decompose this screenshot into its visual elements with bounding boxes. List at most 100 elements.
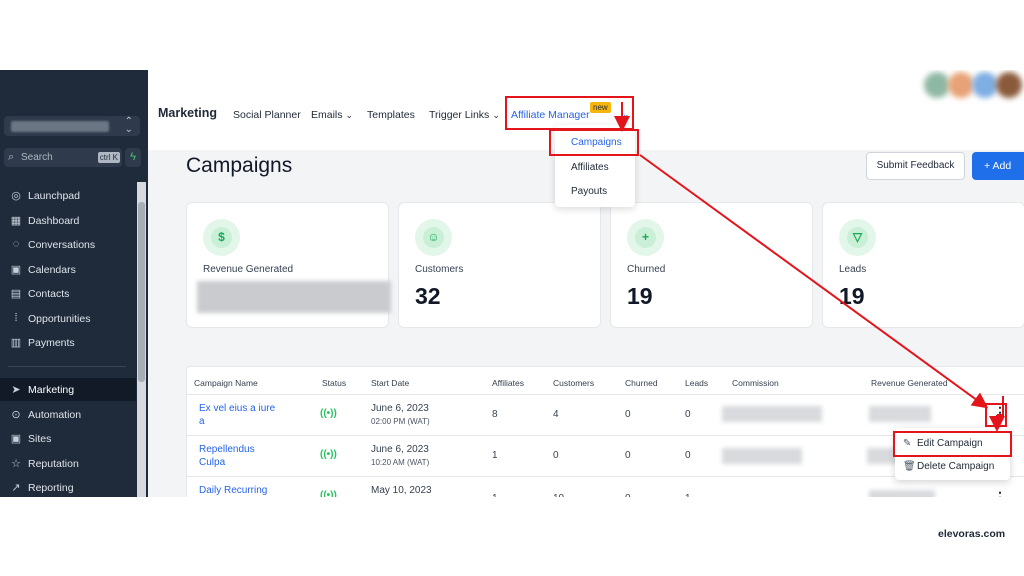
rocket-icon: ◎	[11, 190, 21, 202]
quick-action-bolt-icon[interactable]: ϟ	[125, 148, 141, 167]
campaign-name-link[interactable]: Ex vel eius a iure	[199, 403, 275, 414]
sidebar-item-label: Opportunities	[28, 313, 91, 325]
sidebar-item-reputation[interactable]: ☆ Reputation	[0, 452, 136, 475]
star-icon: ☆	[11, 458, 21, 470]
sidebar-item-conversations[interactable]: ◌ Conversations	[0, 233, 136, 256]
nav-label: Trigger Links	[429, 109, 490, 121]
nav-trigger-links[interactable]: Trigger Links ⌄	[429, 109, 500, 121]
user-avatars[interactable]	[924, 72, 1024, 98]
user-icon: ☺	[415, 219, 452, 256]
column-header[interactable]: Customers	[553, 378, 594, 388]
commission-redacted	[722, 406, 822, 422]
stat-card-leads: ▽ Leads 19	[822, 202, 1024, 328]
nav-emails[interactable]: Emails ⌄	[311, 109, 353, 121]
account-switcher[interactable]: ⌃ ⌄	[4, 116, 140, 136]
nav-label: Social Planner	[233, 109, 301, 121]
stat-card-churned: + Churned 19	[610, 202, 813, 328]
add-button[interactable]: + Add	[972, 152, 1024, 180]
highlight-edit-campaign	[893, 431, 1012, 457]
more-options-icon[interactable]: ⋮	[993, 490, 1007, 497]
sidebar-item-calendars[interactable]: ▣ Calendars	[0, 258, 136, 281]
highlight-more-options	[985, 403, 1007, 427]
commission-redacted	[722, 448, 802, 464]
dropdown-item-payouts[interactable]: Payouts	[571, 186, 607, 197]
sidebar-scrollbar[interactable]	[137, 182, 146, 497]
sidebar-item-label: Conversations	[28, 239, 96, 251]
sidebar-item-payments[interactable]: ▥ Payments	[0, 331, 136, 354]
avatar[interactable]	[996, 72, 1022, 98]
column-header[interactable]: Affiliates	[492, 378, 524, 388]
sidebar-item-label: Reputation	[28, 458, 79, 470]
affiliates-count: 8	[492, 409, 498, 420]
stat-value: 32	[415, 283, 441, 309]
sidebar-item-opportunities[interactable]: ⁞ Opportunities	[0, 307, 136, 330]
user-plus-icon: +	[627, 219, 664, 256]
column-header[interactable]: Status	[322, 378, 346, 388]
sidebar-item-sites[interactable]: ▣ Sites	[0, 427, 136, 450]
column-header[interactable]: Leads	[685, 378, 708, 388]
start-date: June 6, 2023	[371, 403, 429, 414]
avatar[interactable]	[972, 72, 998, 98]
column-header[interactable]: Revenue Generated	[871, 378, 948, 388]
sidebar-item-label: Sites	[28, 433, 52, 445]
customers-count: 4	[553, 409, 559, 420]
stat-card-revenue: $ Revenue Generated	[186, 202, 391, 328]
watermark: elevoras.com	[938, 528, 1006, 540]
nav-label: Emails	[311, 109, 343, 121]
affiliates-count: 1	[492, 493, 498, 497]
chevron-down-icon: ⌄	[492, 110, 500, 120]
column-header[interactable]: Commission	[732, 378, 779, 388]
column-header[interactable]: Start Date	[371, 378, 409, 388]
stat-label: Customers	[415, 264, 464, 275]
sidebar-item-launchpad[interactable]: ◎ Launchpad	[0, 184, 136, 207]
sidebar-item-label: Automation	[28, 409, 82, 421]
delete-campaign-option[interactable]: 🗑︎Delete Campaign	[903, 461, 994, 472]
search-icon: ⌕	[8, 151, 15, 163]
sidebar-item-label: Calendars	[28, 264, 76, 276]
dropdown-item-affiliates[interactable]: Affiliates	[571, 162, 609, 173]
sidebar-item-label: Dashboard	[28, 215, 80, 227]
nav-templates[interactable]: Templates	[367, 109, 415, 121]
sidebar-divider	[8, 366, 126, 367]
leads-count: 1	[685, 493, 691, 497]
customers-count: 10	[553, 493, 564, 497]
campaign-name-link[interactable]: a	[199, 416, 205, 427]
stat-label: Leads	[839, 264, 867, 275]
campaign-name-link[interactable]: Daily Recurring	[199, 485, 267, 496]
column-header[interactable]: Churned	[625, 378, 658, 388]
chevron-down-icon: ⌄	[345, 110, 354, 120]
status-active-icon: ((•))	[320, 449, 337, 460]
campaign-name-link[interactable]: Repellendus	[199, 444, 255, 455]
affiliates-count: 1	[492, 450, 498, 461]
contacts-icon: ▤	[10, 288, 22, 300]
sidebar-item-contacts[interactable]: ▤ Contacts	[0, 282, 136, 305]
sidebar-item-reporting[interactable]: ↗ Reporting	[0, 476, 136, 497]
pipeline-icon: ⁞	[14, 312, 18, 324]
start-date: May 10, 2023	[371, 485, 432, 496]
sidebar-search[interactable]: ⌕ Search ctrl K	[4, 148, 122, 167]
submit-feedback-button[interactable]: Submit Feedback	[866, 152, 965, 180]
status-active-icon: ((•))	[320, 408, 337, 419]
sidebar-item-automation[interactable]: ⊙ Automation	[0, 403, 136, 426]
sidebar-item-label: Reporting	[28, 482, 74, 494]
campaign-name-link[interactable]: Culpa	[199, 457, 225, 468]
avatar[interactable]	[924, 72, 950, 98]
search-shortcut: ctrl K	[97, 152, 120, 163]
sidebar-item-label: Launchpad	[28, 190, 80, 202]
column-header[interactable]: Campaign Name	[194, 378, 258, 388]
stat-label: Revenue Generated	[203, 264, 294, 275]
customers-count: 0	[553, 450, 559, 461]
nav-label: Templates	[367, 109, 415, 121]
churned-count: 0	[625, 450, 631, 461]
sidebar-item-dashboard[interactable]: ▦ Dashboard	[0, 209, 136, 232]
search-placeholder: Search	[21, 152, 53, 163]
chart-icon: ↗	[11, 482, 21, 494]
nav-social-planner[interactable]: Social Planner	[233, 109, 301, 121]
avatar[interactable]	[948, 72, 974, 98]
highlight-campaigns	[549, 129, 639, 156]
sidebar-item-marketing[interactable]: ➤ Marketing	[0, 378, 136, 401]
page-title: Campaigns	[186, 154, 293, 177]
scrollbar-thumb[interactable]	[138, 202, 145, 382]
leads-count: 0	[685, 409, 691, 420]
highlight-affiliate-manager	[505, 96, 634, 130]
